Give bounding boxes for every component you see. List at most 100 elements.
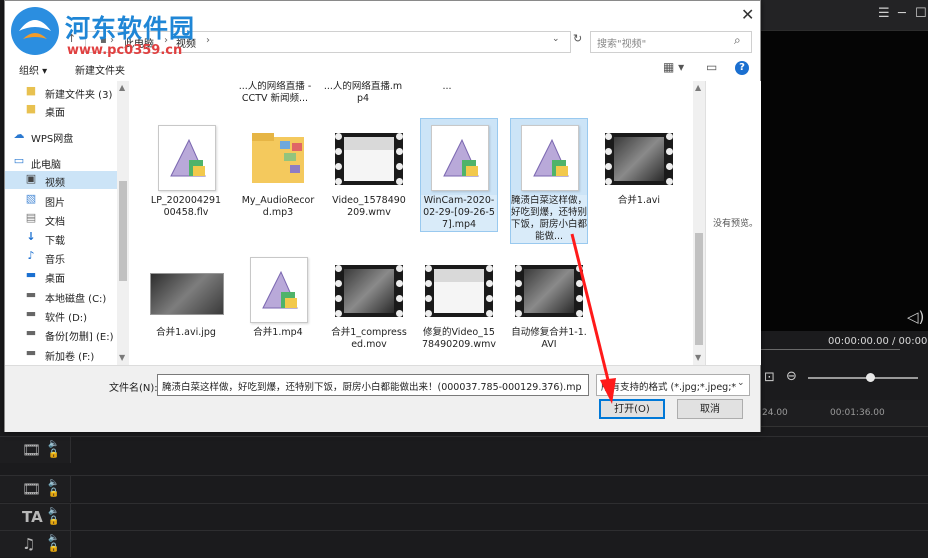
music-icon: ♪ (27, 249, 35, 262)
file-name: 自动修复合并1-1.AVI (511, 327, 587, 350)
partial-file-label[interactable]: ...人的网络直播 - CCTV 新闻频... (235, 81, 315, 105)
open-button[interactable]: 打开(O) (599, 399, 665, 419)
dialog-toolbar: 组织 ▾ 新建文件夹 ▦ ▾ ▭ ? (5, 58, 760, 80)
pictures-icon: ▧ (25, 192, 37, 205)
file-item[interactable]: 合并1_compressed.mov (331, 251, 407, 351)
cancel-button[interactable]: 取消 (677, 399, 743, 419)
nav-item-music[interactable]: ♪ 音乐 (5, 248, 117, 267)
organize-button[interactable]: 组织 ▾ (19, 62, 47, 77)
nav-item-drive-c[interactable]: ▬ 本地磁盘 (C:) (5, 287, 117, 306)
file-name: 腌渍白菜这样做，好吃到爆，还特别下饭，厨房小白都能做... (511, 195, 588, 242)
nav-item-documents[interactable]: ▤ 文档 (5, 210, 117, 229)
nav-item-desktop-folder[interactable]: ■ 桌面 (5, 101, 117, 120)
scroll-down-icon[interactable]: ▼ (695, 353, 701, 362)
file-name: LP_20200429100458.flv (150, 195, 222, 218)
preview-pane-icon[interactable]: ▭ (706, 60, 717, 74)
file-list-scrollbar-thumb[interactable] (695, 233, 703, 345)
nav-item-videos[interactable]: ▣ 视频 (5, 171, 117, 189)
zoom-slider-track[interactable] (808, 377, 918, 379)
filename-input[interactable]: 腌渍白菜这样做，好吃到爆，还特别下饭，厨房小白都能做出来！(000037.785… (157, 374, 589, 396)
partial-file-label[interactable]: ... (417, 81, 477, 93)
playback-progress-line[interactable] (760, 349, 900, 350)
search-input[interactable]: 搜索"视频" ⌕ (590, 31, 752, 53)
filetype-value: 所有支持的格式 (*.jpg;*.jpeg;* (601, 382, 737, 393)
menu-icon[interactable]: ☰ (878, 6, 890, 22)
nav-item-drive-d[interactable]: ▬ 软件 (D:) (5, 306, 117, 325)
file-item[interactable]: LP_20200429100458.flv (148, 119, 224, 219)
file-item[interactable]: Video_1578490209.wmv (331, 119, 407, 219)
nav-item-downloads[interactable]: ↓ 下载 (5, 229, 117, 248)
timeline-ruler: 24.00 00:01:36.00 (760, 400, 928, 427)
nav-item-label: 桌面 (45, 108, 65, 119)
drive-icon: ▬ (25, 326, 37, 339)
fit-icon[interactable]: ⊡ (764, 370, 775, 385)
track-controls-icon[interactable]: 🔈 🔒 (48, 506, 59, 526)
help-icon[interactable]: ? (735, 61, 749, 75)
file-name: 修复的Video_1578490209.wmv (421, 327, 497, 350)
partial-file-label[interactable]: ...人的网络直播.mp4 (323, 81, 403, 105)
drive-icon: ▬ (25, 288, 37, 301)
file-item[interactable]: 合并1.mp4 (240, 251, 316, 339)
file-item[interactable]: My_AudioRecord.mp3 (240, 119, 316, 219)
video-thumbnail-icon (335, 265, 403, 317)
file-item-selected[interactable]: WinCam-2020-02-29-[09-26-57].mp4 (420, 118, 498, 232)
video-file-icon (521, 125, 579, 191)
image-thumbnail-icon (150, 273, 224, 315)
nav-item-label: 桌面 (45, 274, 65, 285)
file-item[interactable]: 自动修复合并1-1.AVI (511, 251, 587, 351)
nav-item-label: 文档 (45, 217, 65, 228)
chevron-down-icon[interactable]: ⌄ (552, 34, 560, 44)
no-preview-text: 没有预览。 (713, 219, 759, 229)
video-thumbnail-icon (515, 265, 583, 317)
file-name: My_AudioRecord.mp3 (241, 195, 315, 218)
zoom-slider-handle[interactable] (866, 373, 875, 382)
scroll-up-icon[interactable]: ▲ (119, 83, 125, 92)
timecode: 00:00:00.00 / 00:00 (828, 336, 928, 347)
minimize-icon[interactable]: ─ (898, 6, 906, 22)
track-controls-icon[interactable]: 🔈 🔒 (48, 478, 59, 498)
nav-item-new-folder[interactable]: ■ 新建文件夹 (3) (5, 83, 117, 102)
nav-item-this-pc[interactable]: ▭ 此电脑 (5, 153, 117, 172)
nav-item-wps-cloud[interactable]: ☁ WPS网盘 (5, 127, 117, 146)
watermark-logo-icon (11, 7, 59, 55)
nav-item-pictures[interactable]: ▧ 图片 (5, 191, 117, 210)
nav-scrollbar-thumb[interactable] (119, 181, 127, 281)
track-header: 🎞 🔈 🔒 (0, 476, 71, 502)
new-folder-button[interactable]: 新建文件夹 (75, 62, 125, 77)
ruler-mark: 24.00 (762, 408, 788, 418)
zoom-out-icon[interactable]: ⊖ (786, 369, 797, 384)
scroll-down-icon[interactable]: ▼ (119, 353, 125, 362)
file-item[interactable]: 合并1.avi (601, 119, 677, 207)
maximize-icon[interactable]: ☐ (915, 6, 927, 22)
file-list: ...人的网络直播 - CCTV 新闻频... ...人的网络直播.mp4 ..… (131, 81, 691, 365)
view-options-icon[interactable]: ▦ ▾ (663, 60, 684, 74)
scroll-up-icon[interactable]: ▲ (695, 83, 701, 92)
video-track-2: 🎞 🔈 🔒 (0, 475, 928, 502)
download-icon: ↓ (26, 230, 36, 243)
desktop-icon: ▬ (25, 268, 37, 281)
file-item[interactable]: 修复的Video_1578490209.wmv (421, 251, 497, 351)
volume-icon[interactable]: ◁) (907, 308, 924, 326)
file-name: WinCam-2020-02-29-[09-26-57].mp4 (423, 195, 495, 230)
track-controls-icon[interactable]: 🔈 🔒 (48, 439, 59, 459)
filetype-select[interactable]: 所有支持的格式 (*.jpg;*.jpeg;* ⌄ (596, 374, 750, 396)
refresh-icon[interactable]: ↻ (573, 32, 582, 45)
search-icon: ⌕ (734, 33, 741, 47)
nav-item-label: 此电脑 (31, 160, 61, 171)
file-name: 合并1.mp4 (253, 327, 303, 338)
file-name: Video_1578490209.wmv (332, 195, 406, 218)
open-file-dialog: 打开 ✕ ↑ ▪ › 此电脑 › 视频 › ⌄ ↻ 搜索"视频" ⌕ 组织 ▾ … (4, 0, 761, 432)
video-thumbnail-icon (425, 265, 493, 317)
track-controls-icon[interactable]: 🔈 🔒 (48, 533, 59, 553)
video-file-icon (250, 257, 308, 323)
nav-item-drive-f[interactable]: ▬ 新加卷 (F:) (5, 345, 117, 364)
nav-item-label: 备份[勿删] (E:) (45, 332, 114, 343)
film-icon: 🎞 (22, 441, 42, 459)
nav-item-desktop[interactable]: ▬ 桌面 (5, 267, 117, 286)
nav-item-label: 新加卷 (F:) (45, 352, 95, 363)
nav-item-drive-e[interactable]: ▬ 备份[勿删] (E:) (5, 325, 117, 344)
file-item[interactable]: 合并1.avi.jpg (148, 251, 224, 339)
file-item-selected[interactable]: 腌渍白菜这样做，好吃到爆，还特别下饭，厨房小白都能做... (510, 118, 588, 244)
preview-player (760, 30, 928, 350)
close-icon[interactable]: ✕ (741, 5, 754, 24)
